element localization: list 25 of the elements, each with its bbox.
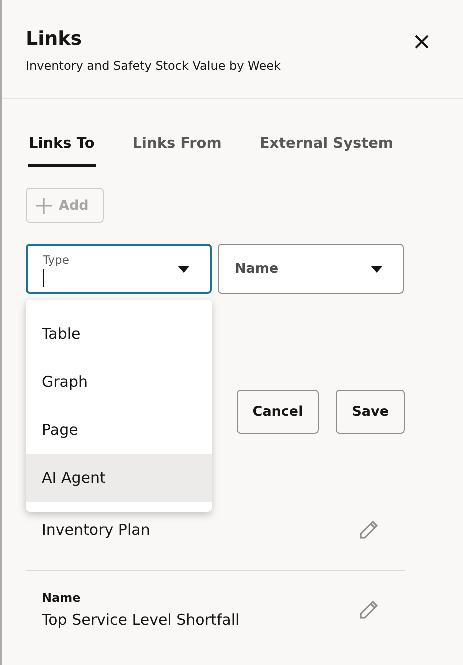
caret-icon (178, 266, 190, 273)
field-label: Type (43, 253, 70, 267)
edit-button[interactable] (358, 599, 380, 621)
link-label: Name (42, 591, 82, 605)
tab[interactable]: Links To (28, 136, 96, 167)
save-button[interactable]: Save (336, 390, 405, 434)
menu-option[interactable]: Table (26, 310, 212, 358)
pencil-icon (358, 519, 380, 541)
menu-option[interactable]: Page (26, 406, 212, 454)
pencil-icon (358, 599, 380, 621)
tab[interactable]: External System (258, 136, 395, 167)
menu-option[interactable]: AI Agent (26, 454, 212, 502)
type-select[interactable]: Type (26, 244, 212, 294)
panel-subtitle: Inventory and Safety Stock Value by Week (26, 58, 281, 75)
edit-button[interactable] (358, 519, 380, 541)
plus-icon (35, 196, 53, 214)
tab[interactable]: Links From (132, 136, 223, 167)
link-name: Inventory Plan (42, 521, 150, 539)
name-select[interactable]: Name (218, 244, 404, 294)
menu-option[interactable]: Graph (26, 358, 212, 406)
link-name: Top Service Level Shortfall (42, 611, 240, 629)
panel-title: Links (26, 27, 84, 51)
text-cursor (43, 269, 44, 287)
caret-icon (371, 266, 383, 273)
cancel-button[interactable]: Cancel (236, 390, 320, 434)
